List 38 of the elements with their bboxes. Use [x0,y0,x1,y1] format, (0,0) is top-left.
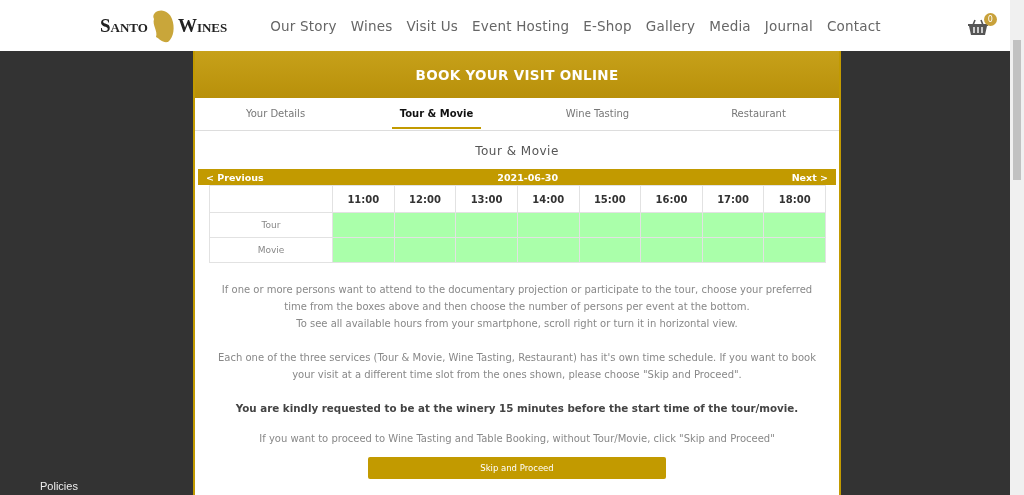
logo-text: Santo [100,14,148,37]
nav-link[interactable]: E-Shop [576,17,639,34]
time-header: 14:00 [517,185,579,213]
row-label: Tour [209,212,333,238]
step-tab[interactable]: Wine Tasting [517,98,678,130]
logo-text: Wines [177,14,228,37]
time-header: 13:00 [455,185,518,213]
cart-count-badge: 0 [983,12,997,26]
time-header: 18:00 [763,185,826,213]
section-title: Tour & Movie [474,143,560,160]
nav-link[interactable]: Journal [757,17,820,34]
info-text: To see all available hours from your smartphone, scroll right or turn it in horizontal view. [295,317,739,331]
skip-hint-text: If you want to proceed to Wine Tasting and Table Booking, without Tour/Movie, click "Skip and Proceed" [258,433,776,444]
step-tab[interactable]: Restaurant [678,98,839,130]
scrollbar[interactable] [1010,0,1024,495]
nav-link[interactable]: Contact [819,17,888,34]
time-header: 16:00 [640,185,703,213]
row-label: Movie [209,237,333,263]
nav-link[interactable]: Event Hosting [465,17,577,34]
step-tab[interactable]: Your Details [195,98,356,130]
step-tab[interactable]: Tour & Movie [356,98,517,130]
policies-link[interactable]: Policies [40,480,78,492]
date-label: 2021-06-30 [497,171,559,183]
time-header: 15:00 [579,185,641,213]
scrollbar-thumb[interactable] [1013,40,1021,180]
notice-text: You are kindly requested to be at the winery 15 minutes before the start time of the tour/movie. [234,402,800,414]
nav-link[interactable]: Gallery [638,17,703,34]
booking-title: BOOK YOUR VISIT ONLINE [195,51,839,98]
basket-icon[interactable] [967,18,988,35]
time-header: 12:00 [394,185,456,213]
time-header: 11:00 [332,185,395,213]
nav-link[interactable]: Wines [343,17,400,34]
nav-link[interactable]: Our Story [263,17,344,34]
nav-link[interactable]: Media [702,17,758,34]
time-header: 17:00 [702,185,764,213]
nav-link[interactable]: Visit Us [399,17,466,34]
info-text: If one or more persons want to attend to the documentary projection or participate to the tour, choose your preferred time from the boxes above and then choose the number of persons per event at the bottom. [220,283,814,314]
info-text: Each one of the three services (Tour & Movie, Wine Tasting, Restaurant) has it's own time schedule. If you want to book your visit at a different time slot from the ones shown, please choose "Skip and Proceed". [217,351,817,382]
